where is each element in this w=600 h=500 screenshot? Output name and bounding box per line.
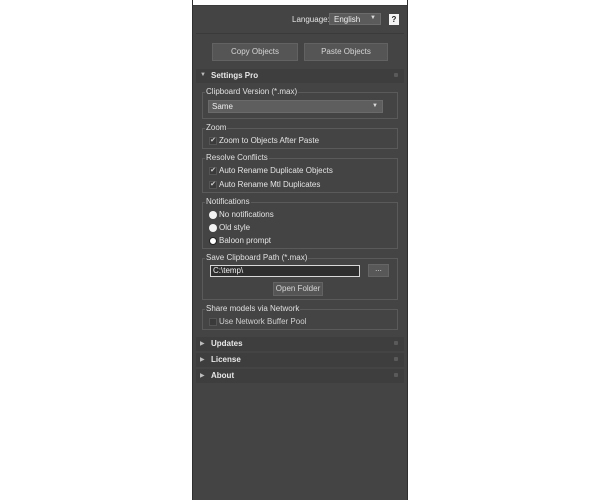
radio-label: Old style — [219, 223, 251, 232]
radio-label: No notifications — [219, 210, 274, 219]
checkbox-label: Auto Rename Duplicate Objects — [219, 166, 333, 175]
rollout-grip-icon — [394, 341, 398, 345]
checkbox-icon — [209, 318, 217, 326]
copy-objects-button[interactable]: Copy Objects — [212, 43, 298, 61]
radio-label: Baloon prompt — [219, 236, 272, 245]
group-title: Zoom — [205, 123, 228, 132]
open-folder-button[interactable]: Open Folder — [273, 282, 323, 296]
checkbox-label: Zoom to Objects After Paste — [219, 136, 320, 145]
group-title: Resolve Conflicts — [205, 153, 269, 162]
clipboard-version-value: Same — [212, 102, 233, 111]
triangle-right-icon: ▶ — [200, 341, 205, 347]
language-row: Language: English ▼ ? — [193, 13, 407, 27]
browse-button[interactable]: ... — [368, 264, 389, 277]
help-button[interactable]: ? — [389, 14, 399, 25]
radio-selected-icon — [209, 237, 217, 245]
group-title: Share models via Network — [205, 304, 301, 313]
paste-objects-button[interactable]: Paste Objects — [304, 43, 388, 61]
rollout-grip-icon — [394, 373, 398, 377]
triangle-down-icon: ▼ — [200, 72, 206, 78]
checkbox-label: Auto Rename Mtl Duplicates — [219, 180, 321, 189]
rollout-grip-icon — [394, 73, 398, 77]
rollout-license-header[interactable]: ▶ License — [196, 353, 404, 367]
group-title: Clipboard Version (*.max) — [205, 87, 299, 96]
panel-border-right — [407, 0, 408, 500]
checkmark-icon: ✔ — [209, 167, 217, 175]
rollout-updates-header[interactable]: ▶ Updates — [196, 337, 404, 351]
clipboard-version-select[interactable]: Same ▼ — [208, 100, 383, 113]
language-select[interactable]: English ▼ — [329, 13, 381, 25]
triangle-right-icon: ▶ — [200, 373, 205, 379]
language-value: English — [334, 15, 361, 24]
rollout-title: Updates — [211, 339, 243, 348]
chevron-down-icon: ▼ — [372, 103, 378, 109]
checkbox-label: Use Network Buffer Pool — [219, 317, 307, 326]
group-title: Save Clipboard Path (*.max) — [205, 253, 309, 262]
rollout-settings-pro-header[interactable]: ▼ Settings Pro — [196, 69, 404, 83]
triangle-right-icon: ▶ — [200, 357, 205, 363]
divider — [196, 33, 404, 34]
clipboard-path-input[interactable]: C:\temp\ — [210, 265, 360, 277]
command-panel: Language: English ▼ ? Copy Objects Paste… — [193, 0, 407, 500]
rollout-title: About — [211, 371, 235, 380]
radio-icon — [209, 211, 217, 219]
checkmark-icon: ✔ — [209, 181, 217, 189]
panel-top-strip — [193, 0, 407, 6]
rollout-grip-icon — [394, 357, 398, 361]
rollout-title: Settings Pro — [211, 71, 259, 80]
checkmark-icon: ✔ — [209, 137, 217, 145]
rollout-title: License — [211, 355, 241, 364]
language-label: Language: — [292, 15, 330, 24]
radio-icon — [209, 224, 217, 232]
group-title: Notifications — [205, 197, 251, 206]
chevron-down-icon: ▼ — [370, 15, 376, 21]
rollout-about-header[interactable]: ▶ About — [196, 369, 404, 383]
